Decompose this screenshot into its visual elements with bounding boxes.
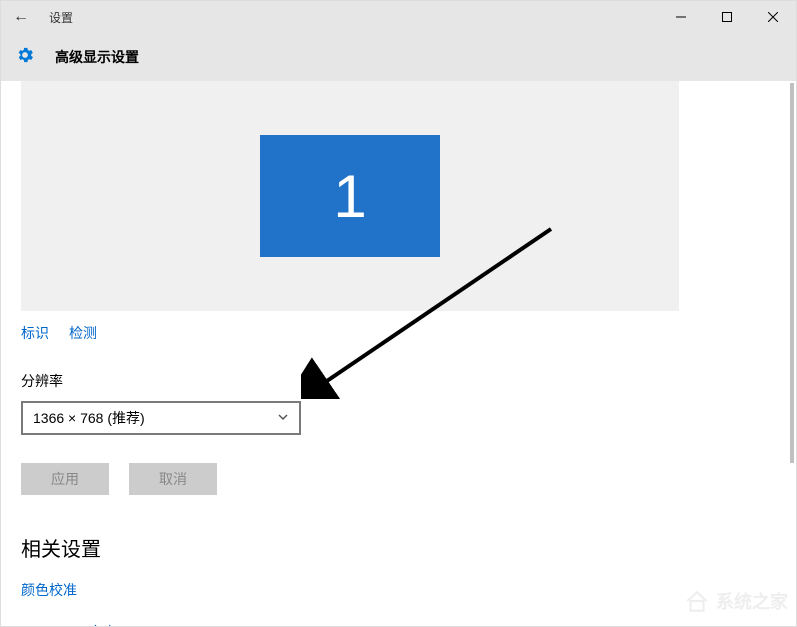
minimize-button[interactable] <box>658 1 704 33</box>
display-links: 标识 检测 <box>21 323 796 343</box>
action-buttons: 应用 取消 <box>21 463 796 495</box>
title-bar: ← 设置 <box>1 1 796 33</box>
gear-icon <box>15 45 35 70</box>
monitor-number: 1 <box>333 162 366 231</box>
resolution-label: 分辨率 <box>21 371 796 391</box>
window-title: 设置 <box>49 9 73 26</box>
resolution-selected: 1366 × 768 (推荐) <box>33 408 145 428</box>
maximize-button[interactable] <box>704 1 750 33</box>
display-preview-area: 1 <box>21 81 679 311</box>
window-controls <box>658 1 796 33</box>
chevron-down-icon <box>277 410 289 426</box>
cleartype-text-link[interactable]: ClearType 文本 <box>21 622 796 626</box>
identify-link[interactable]: 标识 <box>21 323 49 343</box>
apply-button[interactable]: 应用 <box>21 463 109 495</box>
color-calibration-link[interactable]: 颜色校准 <box>21 580 796 600</box>
resolution-dropdown[interactable]: 1366 × 768 (推荐) <box>21 401 301 435</box>
vertical-scrollbar[interactable] <box>790 83 794 463</box>
detect-link[interactable]: 检测 <box>69 323 97 343</box>
page-header: 高级显示设置 <box>1 33 796 81</box>
content-area: 1 标识 检测 分辨率 1366 × 768 (推荐) 应用 取消 相关设置 颜… <box>1 81 796 626</box>
close-button[interactable] <box>750 1 796 33</box>
monitor-tile-1[interactable]: 1 <box>260 135 440 257</box>
related-settings-heading: 相关设置 <box>21 533 796 562</box>
back-button[interactable]: ← <box>13 8 33 26</box>
page-title: 高级显示设置 <box>55 47 139 67</box>
cancel-button[interactable]: 取消 <box>129 463 217 495</box>
